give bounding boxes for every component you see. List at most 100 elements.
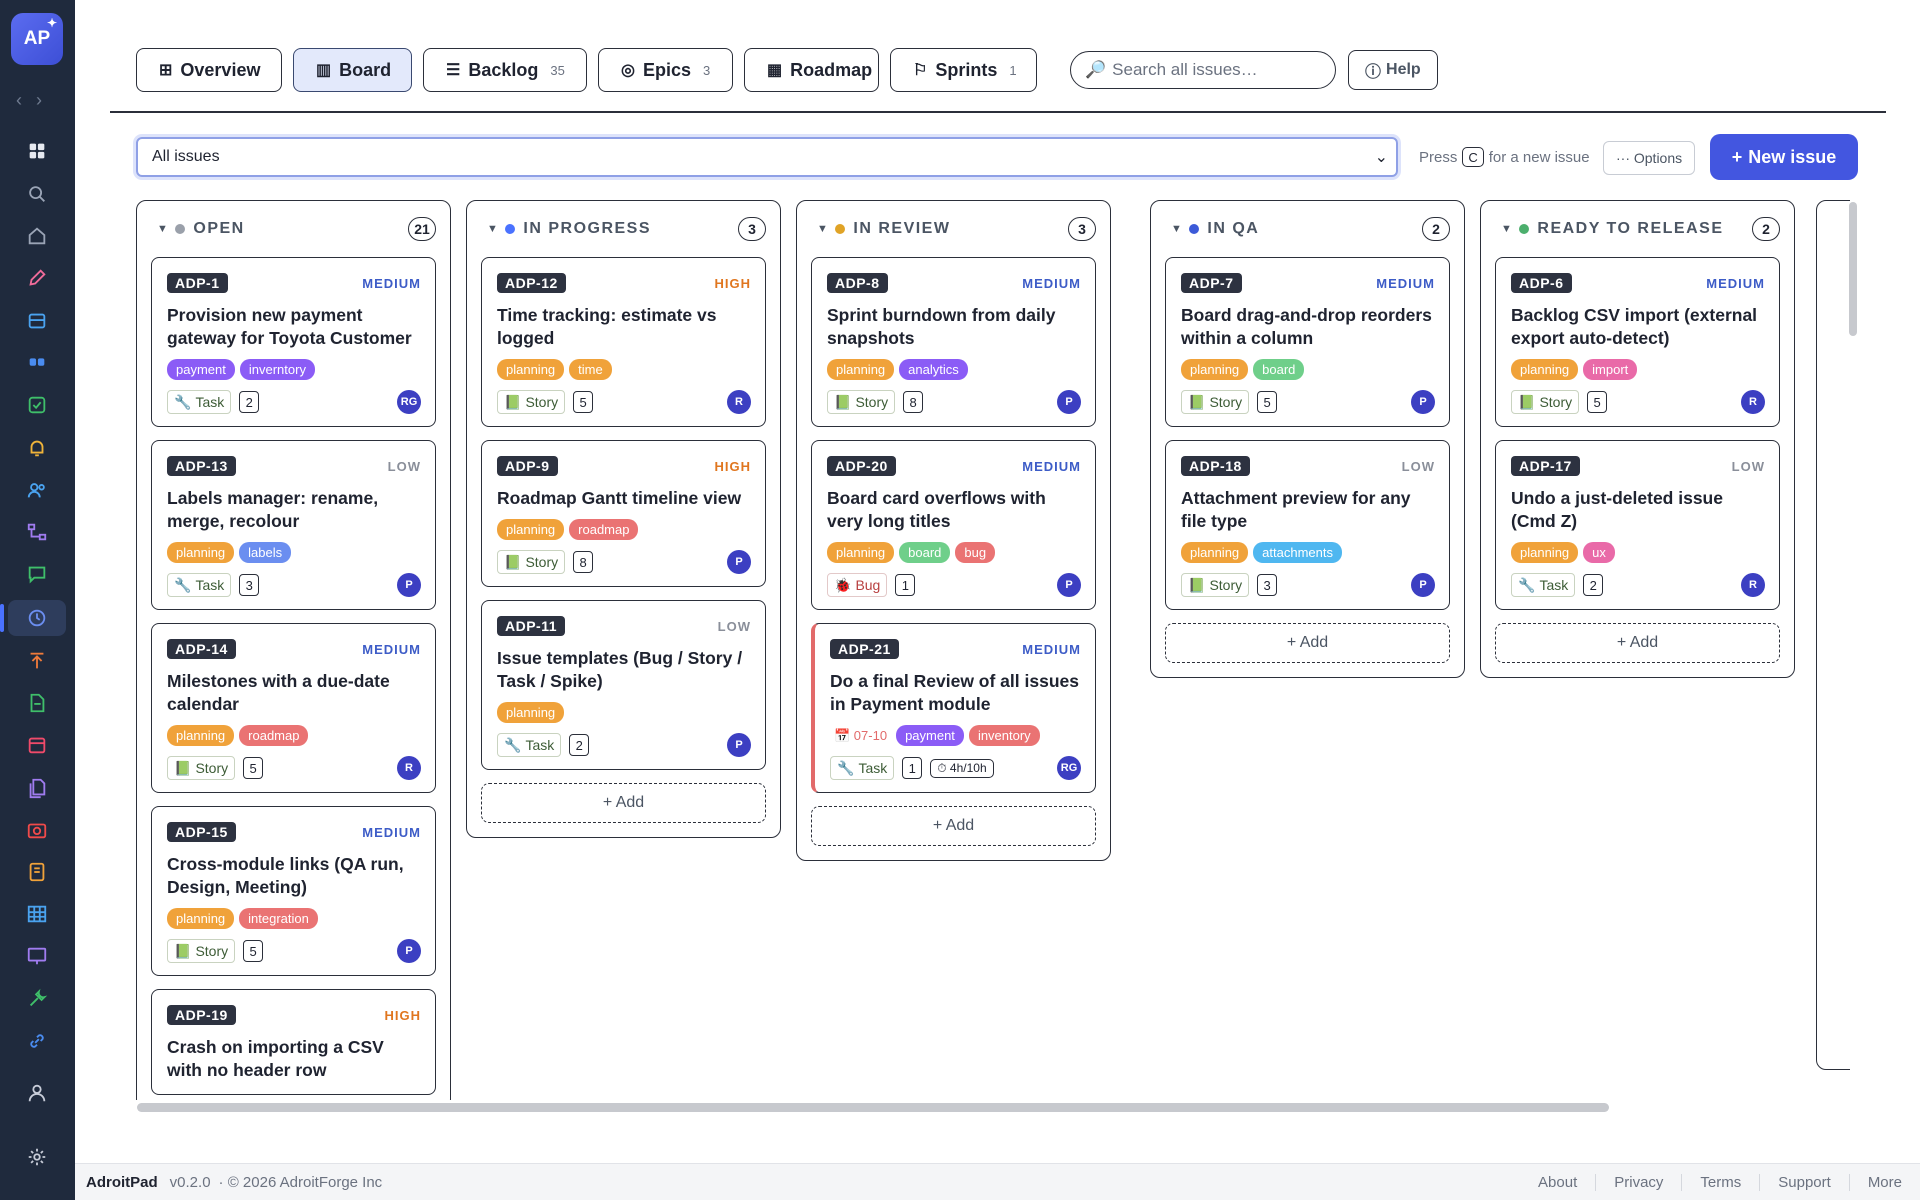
chevron-left-icon[interactable]: ‹ [16,90,22,111]
assignee-avatar[interactable]: P [1411,390,1435,414]
assignee-avatar[interactable]: P [1411,573,1435,597]
assignee-avatar[interactable]: RG [1057,756,1081,780]
wrench-icon[interactable] [24,986,50,1012]
workflow-icon[interactable] [24,519,50,545]
card-list: ADP-8 MEDIUM Sprint burndown from daily sn… [797,257,1110,846]
issue-card[interactable]: ADP-6 MEDIUM Backlog CSV import (external … [1495,257,1780,427]
footer-link-support[interactable]: Support [1759,1173,1849,1191]
assignee-avatar[interactable]: R [397,756,421,780]
add-card-button[interactable]: + Add [811,806,1096,846]
issue-card[interactable]: ADP-9 HIGH Roadmap Gantt timeline view plan… [481,440,766,587]
assignee-avatar[interactable]: RG [397,390,421,414]
caret-down-icon[interactable]: ▼ [157,223,169,235]
settings-icon[interactable] [24,1144,50,1170]
issue-card[interactable]: ADP-15 MEDIUM Cross-module links (QA run, … [151,806,436,976]
issue-card[interactable]: ADP-19 HIGH Crash on importing a CSV with … [151,989,436,1095]
tab-board[interactable]: ▥ Board [293,48,412,92]
issue-key: ADP-18 [1181,456,1250,476]
dashboard-icon[interactable] [24,138,50,164]
add-card-button[interactable]: + Add [481,783,766,823]
files-icon[interactable] [24,775,50,801]
chevron-right-icon[interactable]: › [36,90,42,111]
clock-icon[interactable] [24,605,50,631]
issue-type-label: Task [195,577,225,593]
link-icon[interactable] [24,1028,50,1054]
issue-card[interactable]: ADP-18 LOW Attachment preview for any file… [1165,440,1450,610]
add-card-button[interactable]: + Add [1495,623,1780,663]
priority-badge: MEDIUM [1022,641,1081,657]
label-list: planning roadmap [497,519,751,540]
add-card-button[interactable]: + Add [1165,623,1450,663]
options-button[interactable]: ··· Options [1603,141,1696,175]
assignee-avatar[interactable]: P [727,550,751,574]
inbox-icon[interactable] [24,308,50,334]
issue-card[interactable]: ADP-7 MEDIUM Board drag-and-drop reorders … [1165,257,1450,427]
issue-card[interactable]: ADP-17 LOW Undo a just-deleted issue (Cmd … [1495,440,1780,610]
caret-down-icon[interactable]: ▼ [1501,223,1513,235]
presentation-icon[interactable] [24,943,50,969]
assignee-avatar[interactable]: R [1741,573,1765,597]
assignee-avatar[interactable]: R [1741,390,1765,414]
assignee-avatar[interactable]: P [1057,390,1081,414]
assignee-avatar[interactable]: P [727,733,751,757]
caret-down-icon[interactable]: ▼ [487,223,499,235]
footer-link-more[interactable]: More [1848,1173,1920,1191]
tab-backlog[interactable]: ☰ Backlog 35 [423,48,587,92]
tab-count: 1 [1009,62,1017,78]
task-type-icon: 🔧 [837,759,855,776]
footer-copyright: · © 2026 AdroitForge Inc [218,1173,383,1191]
camera-icon[interactable] [24,817,50,843]
pencil-icon[interactable] [24,265,50,291]
users-icon[interactable] [24,477,50,503]
user-icon[interactable] [24,1080,50,1106]
issue-card[interactable]: ADP-12 HIGH Time tracking: estimate vs log… [481,257,766,427]
checkbox-icon[interactable] [24,392,50,418]
board-column-in-review: ▼ IN REVIEW 3 ADP-8 MEDIUM Sprint burndown fr… [796,200,1111,861]
caret-down-icon[interactable]: ▼ [1171,223,1183,235]
label-chip: attachments [1253,542,1342,563]
tab-roadmap[interactable]: ▦ Roadmap [744,48,879,92]
tab-overview[interactable]: ⊞ Overview [136,48,282,92]
calendar-icon[interactable] [24,732,50,758]
app-logo[interactable]: AP ✦ [11,13,63,65]
issue-card[interactable]: ADP-20 MEDIUM Board card overflows with ve… [811,440,1096,610]
caret-down-icon[interactable]: ▼ [817,223,829,235]
footer-link-terms[interactable]: Terms [1681,1173,1759,1191]
tab-count: 35 [550,62,565,78]
label-chip: roadmap [569,519,639,540]
tab-epics[interactable]: ◎ Epics 3 [598,48,733,92]
table-icon[interactable] [24,901,50,927]
assignee-avatar[interactable]: R [727,390,751,414]
search-input[interactable]: 🔎 Search all issues… [1070,51,1336,89]
help-button[interactable]: ⓘ Help [1348,50,1438,90]
issue-card[interactable]: ADP-1 MEDIUM Provision new payment gateway… [151,257,436,427]
card-footer: 📗 Story 5 P [167,939,421,963]
issue-filter-select[interactable]: All issues ⌄ [136,137,1398,177]
footer-link-about[interactable]: About [1520,1174,1595,1191]
issue-card[interactable]: ADP-8 MEDIUM Sprint burndown from daily sn… [811,257,1096,427]
bell-icon[interactable] [24,435,50,461]
issue-card[interactable]: ADP-13 LOW Labels manager: rename, merge, … [151,440,436,610]
notebook-icon[interactable] [24,859,50,885]
vertical-scrollbar[interactable] [1849,202,1857,336]
home-icon[interactable] [24,223,50,249]
issue-card[interactable]: ADP-14 MEDIUM Milestones with a due-date c… [151,623,436,793]
label-chip: planning [167,908,235,929]
issue-key: ADP-15 [167,822,236,842]
issue-type-badge: 📗 Story [827,390,896,414]
horizontal-scrollbar[interactable] [137,1103,1609,1112]
document-icon[interactable] [24,690,50,716]
issue-card[interactable]: ADP-21 MEDIUM Do a final Review of all iss… [811,623,1096,793]
assignee-avatar[interactable]: P [397,573,421,597]
issue-type-label: Task [195,394,225,410]
issue-card[interactable]: ADP-11 LOW Issue templates (Bug / Story / … [481,600,766,770]
assignee-avatar[interactable]: P [1057,573,1081,597]
quote-icon[interactable] [24,350,50,376]
footer-link-privacy[interactable]: Privacy [1595,1173,1681,1191]
new-issue-button[interactable]: + New issue [1710,134,1858,180]
chat-icon[interactable] [24,561,50,587]
upload-icon[interactable] [24,648,50,674]
tab-sprints[interactable]: ⚐ Sprints 1 [890,48,1037,92]
search-icon[interactable] [24,181,50,207]
assignee-avatar[interactable]: P [397,939,421,963]
